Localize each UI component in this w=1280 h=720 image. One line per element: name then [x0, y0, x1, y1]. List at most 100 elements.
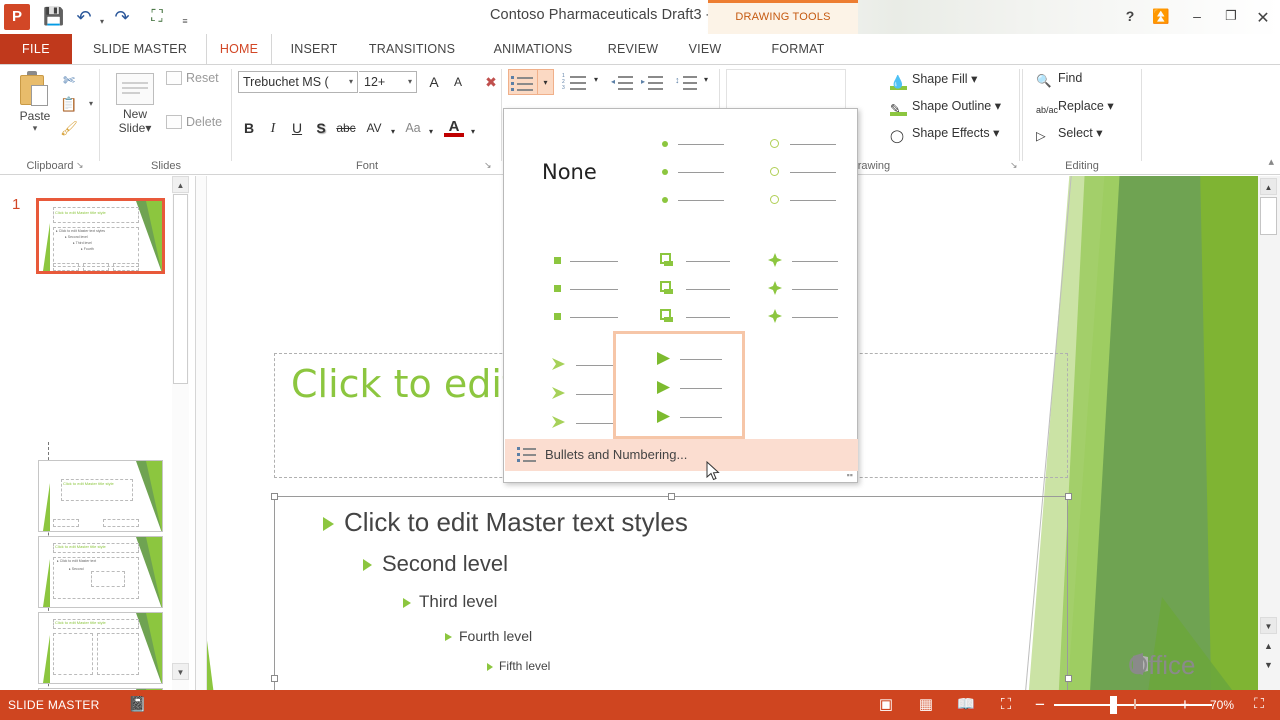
strikethrough-button[interactable]: abc — [334, 117, 358, 140]
zoom-slider-handle[interactable] — [1110, 696, 1117, 714]
bold-button[interactable]: B — [238, 117, 260, 140]
tab-view[interactable]: VIEW — [674, 34, 736, 64]
shape-fill-caret-icon[interactable]: ▾ — [971, 72, 977, 86]
body-level-5[interactable]: Fifth level — [487, 659, 550, 673]
find-button[interactable]: 🔍 Find — [1036, 71, 1082, 89]
numbering-caret-icon[interactable]: ▾ — [590, 75, 602, 84]
resize-handle-mr[interactable] — [1065, 675, 1072, 682]
notes-icon[interactable]: 📓 — [128, 695, 147, 713]
maximize-button[interactable]: ❐ — [1220, 8, 1242, 28]
cut-icon[interactable]: ✄ — [58, 69, 80, 91]
decrease-font-size-button[interactable]: A — [446, 71, 470, 94]
list-item[interactable]: Click to edit Master title style — [38, 612, 163, 684]
character-spacing-button[interactable]: AV — [360, 117, 388, 140]
new-slide-caret-icon[interactable]: ▾ — [145, 121, 151, 135]
shape-fill-button[interactable]: 💧 Shape Fill ▾ — [890, 71, 977, 90]
bullet-option-filled-square[interactable] — [546, 234, 652, 332]
shape-effects-caret-icon[interactable]: ▾ — [993, 126, 999, 140]
font-size-input[interactable]: 12+ ▾ — [359, 71, 417, 93]
paste-button[interactable]: Paste ▾ — [10, 69, 60, 147]
change-case-caret-icon[interactable]: ▾ — [426, 120, 436, 143]
font-name-input[interactable]: Trebuchet MS ( ▾ — [238, 71, 358, 93]
line-spacing-caret-icon[interactable]: ▾ — [700, 75, 712, 84]
tab-home[interactable]: HOME — [206, 34, 272, 65]
clipboard-dialog-launcher[interactable]: ↘ — [76, 160, 84, 171]
help-button[interactable]: ? — [1120, 8, 1140, 28]
close-button[interactable]: ✕ — [1252, 8, 1274, 28]
bullet-option-star[interactable] — [762, 234, 868, 332]
dropdown-resize-grip[interactable]: ▪▪ — [847, 470, 853, 480]
character-spacing-caret-icon[interactable]: ▾ — [388, 120, 398, 143]
select-button[interactable]: ▷ Select ▾ — [1036, 125, 1103, 143]
vscroll-up-button[interactable]: ▲ — [1260, 178, 1277, 195]
resize-handle-tc[interactable] — [668, 493, 675, 500]
slide-sorter-icon[interactable]: ▦ — [912, 694, 940, 716]
collapse-ribbon-icon[interactable]: ▴ — [1268, 155, 1274, 168]
minimize-button[interactable]: – — [1186, 8, 1208, 28]
body-level-2[interactable]: Second level — [363, 551, 508, 577]
bullet-option-filled-round[interactable] — [654, 118, 760, 216]
tab-format[interactable]: FORMAT — [752, 34, 844, 64]
body-placeholder[interactable]: Click to edit Master text styles Second … — [271, 493, 1072, 694]
tab-transitions[interactable]: TRANSITIONS — [352, 34, 472, 64]
vscroll-down-button[interactable]: ▼ — [1260, 617, 1277, 634]
line-spacing-icon[interactable]: ↕ — [674, 69, 700, 95]
slide-thumbnail-pane[interactable]: 1 Click to edit Master title style ▸ Cli… — [0, 176, 196, 694]
font-dialog-launcher[interactable]: ↘ — [484, 160, 492, 171]
font-name-caret-icon[interactable]: ▾ — [349, 77, 353, 86]
normal-view-icon[interactable]: ▣ — [872, 694, 900, 716]
body-level-3[interactable]: Third level — [403, 592, 497, 612]
bullet-option-hollow-square[interactable] — [654, 234, 760, 332]
tab-animations[interactable]: ANIMATIONS — [474, 34, 592, 64]
zoom-level-label[interactable]: 70% — [1200, 698, 1244, 712]
decrease-indent-icon[interactable]: ◂ — [610, 69, 636, 95]
copy-icon[interactable]: 📋 — [58, 93, 80, 115]
thumbnail-scroll-down-button[interactable]: ▼ — [172, 663, 189, 680]
body-level-1[interactable]: Click to edit Master text styles — [323, 507, 688, 538]
change-case-button[interactable]: Aa — [400, 117, 426, 140]
bullet-option-hollow-round[interactable] — [762, 118, 868, 216]
text-shadow-button[interactable]: S — [310, 117, 332, 140]
list-item[interactable]: Click to edit Master title style ▸ Click… — [36, 198, 165, 274]
bullets-gallery-dropdown[interactable]: None Bullets and Numbering... ▪▪ — [503, 108, 858, 483]
slideshow-icon[interactable]: ⛶ — [992, 694, 1020, 716]
next-slide-button[interactable]: ▼ — [1260, 656, 1277, 674]
increase-indent-icon[interactable]: ▸ — [640, 69, 666, 95]
thumbnail-scroll-thumb[interactable] — [173, 194, 188, 384]
list-item[interactable]: Click to edit Master title style ▸ Click… — [38, 536, 163, 608]
resize-handle-tl[interactable] — [271, 493, 278, 500]
font-color-caret-icon[interactable]: ▾ — [468, 120, 478, 143]
tab-review[interactable]: REVIEW — [594, 34, 672, 64]
list-item[interactable]: Click to edit Master title style — [38, 460, 163, 532]
new-slide-button[interactable]: New Slide▾ — [108, 69, 162, 149]
drawing-dialog-launcher[interactable]: ↘ — [1010, 160, 1018, 171]
select-caret-icon[interactable]: ▾ — [1096, 126, 1102, 140]
thumbnail-scroll-up-button[interactable]: ▲ — [172, 176, 189, 193]
tab-file[interactable]: FILE — [0, 34, 72, 64]
format-painter-icon[interactable]: 🖌 — [58, 117, 80, 139]
delete-slide-button[interactable]: Delete — [166, 115, 222, 129]
zoom-out-button[interactable]: − — [1030, 695, 1050, 715]
replace-button[interactable]: ab/acReplace ▾ — [1036, 98, 1114, 120]
bullets-caret-icon[interactable]: ▾ — [538, 69, 554, 95]
resize-handle-ml[interactable] — [271, 675, 278, 682]
italic-button[interactable]: I — [262, 117, 284, 140]
bullet-option-triangle-selected[interactable] — [613, 331, 745, 439]
ribbon-display-options-icon[interactable]: ⏫ — [1150, 8, 1172, 28]
shape-effects-button[interactable]: ◯ Shape Effects ▾ — [890, 125, 999, 143]
replace-caret-icon[interactable]: ▾ — [1107, 99, 1113, 113]
bullet-option-none[interactable]: None — [512, 118, 652, 248]
underline-button[interactable]: U — [286, 117, 308, 140]
previous-slide-button[interactable]: ▲ — [1260, 637, 1277, 655]
font-size-caret-icon[interactable]: ▾ — [408, 77, 412, 86]
reset-button[interactable]: Reset — [166, 71, 219, 85]
tab-slide-master[interactable]: SLIDE MASTER — [76, 34, 204, 64]
paste-caret-icon[interactable]: ▾ — [10, 123, 60, 134]
body-level-4[interactable]: Fourth level — [445, 628, 532, 644]
bullets-button[interactable] — [508, 69, 538, 95]
tab-insert[interactable]: INSERT — [278, 34, 350, 64]
fit-slide-icon[interactable]: ⛶ — [1248, 695, 1270, 715]
numbering-button[interactable]: 123 — [560, 69, 590, 95]
reading-view-icon[interactable]: 📖 — [952, 694, 980, 716]
vscroll-thumb[interactable] — [1260, 197, 1277, 235]
